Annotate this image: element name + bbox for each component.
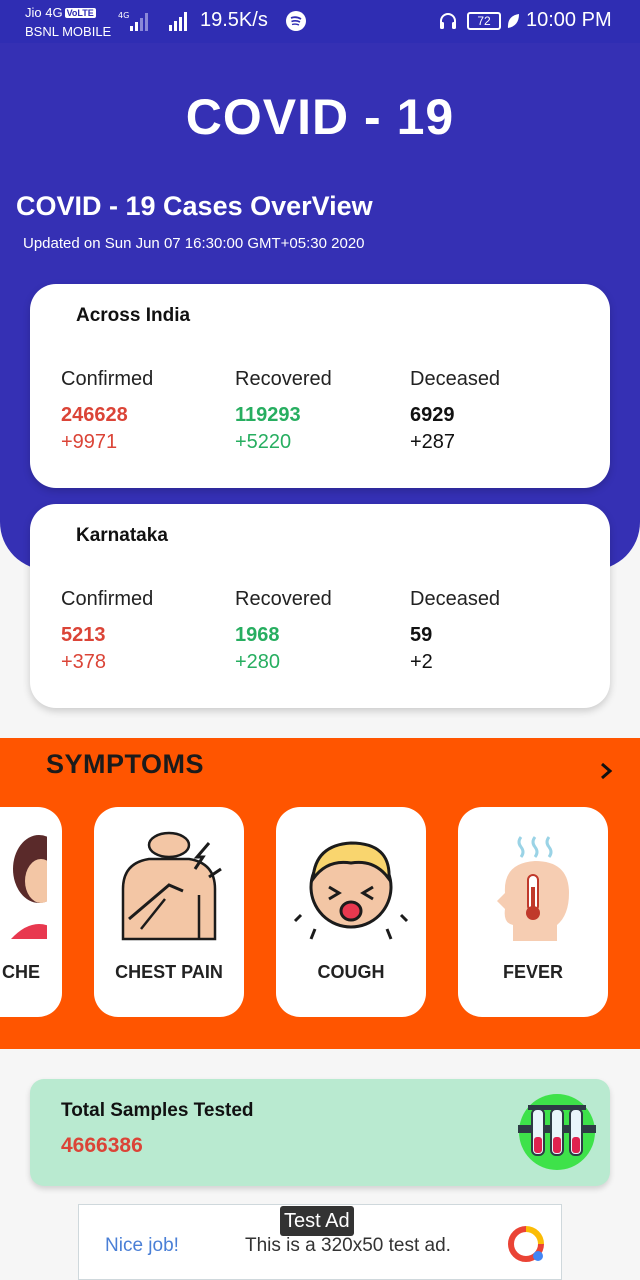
- deceased-delta: +287: [410, 431, 456, 453]
- confirmed-stat: Confirmed 5213 +378: [61, 588, 153, 674]
- symptoms-section: SYMPTOMS CHE CHEST PAIN COUGH FEVER: [0, 738, 640, 1049]
- network-speed: 19.5K/s: [200, 9, 268, 31]
- ad-logo-icon: [508, 1226, 544, 1262]
- spotify-icon: [286, 11, 306, 31]
- signal-icon: [169, 12, 187, 31]
- deceased-stat: Deceased 59 +2: [410, 588, 500, 674]
- confirmed-label: Confirmed: [61, 588, 154, 610]
- battery-icon: 72: [467, 12, 501, 30]
- stats-card-india[interactable]: Across India Confirmed 246628 +9971 Reco…: [30, 284, 610, 488]
- status-bar: Jio 4G VoLTE BSNL MOBILE 4G 19.5K/s 72 10…: [0, 0, 640, 43]
- samples-tested-card[interactable]: Total Samples Tested 4666386: [30, 1079, 610, 1186]
- leaf-icon: [507, 14, 519, 28]
- volte-badge: VoLTE: [64, 8, 96, 18]
- signal-4g-icon: 4G: [118, 11, 148, 31]
- app-title: COVID - 19: [185, 89, 455, 145]
- card-region-title: Karnataka: [76, 525, 168, 546]
- ad-nice-text: Nice job!: [105, 1235, 179, 1256]
- symptom-label: COUGH: [317, 962, 385, 982]
- confirmed-delta: +378: [61, 651, 107, 673]
- confirmed-count: 5213: [61, 624, 106, 646]
- ad-body-text: This is a 320x50 test ad.: [245, 1235, 451, 1256]
- deceased-delta: +2: [410, 651, 433, 673]
- samples-tested-label: Total Samples Tested: [61, 1100, 254, 1121]
- carrier-2-label: BSNL MOBILE: [25, 24, 112, 39]
- carrier-1: Jio 4G VoLTE: [25, 5, 96, 20]
- symptoms-title: SYMPTOMS: [46, 749, 205, 779]
- confirmed-count: 246628: [61, 404, 128, 426]
- recovered-stat: Recovered 1968 +280: [235, 588, 332, 674]
- recovered-label: Recovered: [235, 588, 332, 610]
- recovered-count: 1968: [235, 624, 280, 646]
- headphones-icon: [440, 13, 456, 29]
- symptom-card-cough[interactable]: COUGH: [276, 807, 426, 1017]
- recovered-count: 119293: [235, 404, 301, 426]
- deceased-count: 6929: [410, 404, 455, 426]
- deceased-label: Deceased: [410, 588, 501, 610]
- test-ad-badge: Test Ad: [280, 1206, 354, 1236]
- symptom-card-headache[interactable]: CHE: [0, 807, 62, 1017]
- test-tubes-icon: [518, 1094, 596, 1170]
- symptom-card-chest-pain[interactable]: CHEST PAIN: [94, 807, 244, 1017]
- card-region-title: Across India: [76, 305, 191, 326]
- stats-card-karnataka[interactable]: Karnataka Confirmed 5213 +378 Recovered …: [30, 504, 610, 708]
- clock: 10:00 PM: [526, 9, 612, 31]
- carrier-1-label: Jio 4G: [25, 5, 63, 20]
- symptom-label: CHEST PAIN: [115, 962, 223, 982]
- symptom-label: CHE: [1, 962, 40, 982]
- recovered-delta: +5220: [235, 431, 292, 453]
- deceased-label: Deceased: [410, 368, 501, 390]
- headache-icon: [11, 835, 47, 939]
- confirmed-stat: Confirmed 246628 +9971: [61, 368, 153, 454]
- chest-pain-icon: [121, 831, 222, 941]
- confirmed-label: Confirmed: [61, 368, 154, 390]
- symptom-card-fever[interactable]: FEVER: [458, 807, 608, 1017]
- overview-title: COVID - 19 Cases OverView: [16, 191, 373, 221]
- samples-tested-value: 4666386: [61, 1134, 143, 1157]
- deceased-stat: Deceased 6929 +287: [410, 368, 500, 454]
- recovered-label: Recovered: [235, 368, 332, 390]
- symptom-label: FEVER: [502, 962, 563, 982]
- updated-timestamp: Updated on Sun Jun 07 16:30:00 GMT+05:30…: [23, 235, 365, 252]
- svg-text:4G: 4G: [118, 11, 129, 20]
- confirmed-delta: +9971: [61, 431, 118, 453]
- fever-icon: [497, 836, 569, 941]
- chevron-right-icon[interactable]: [598, 762, 614, 780]
- recovered-delta: +280: [235, 651, 281, 673]
- recovered-stat: Recovered 119293 +5220: [235, 368, 332, 454]
- cough-icon: [293, 841, 409, 940]
- deceased-count: 59: [410, 624, 433, 646]
